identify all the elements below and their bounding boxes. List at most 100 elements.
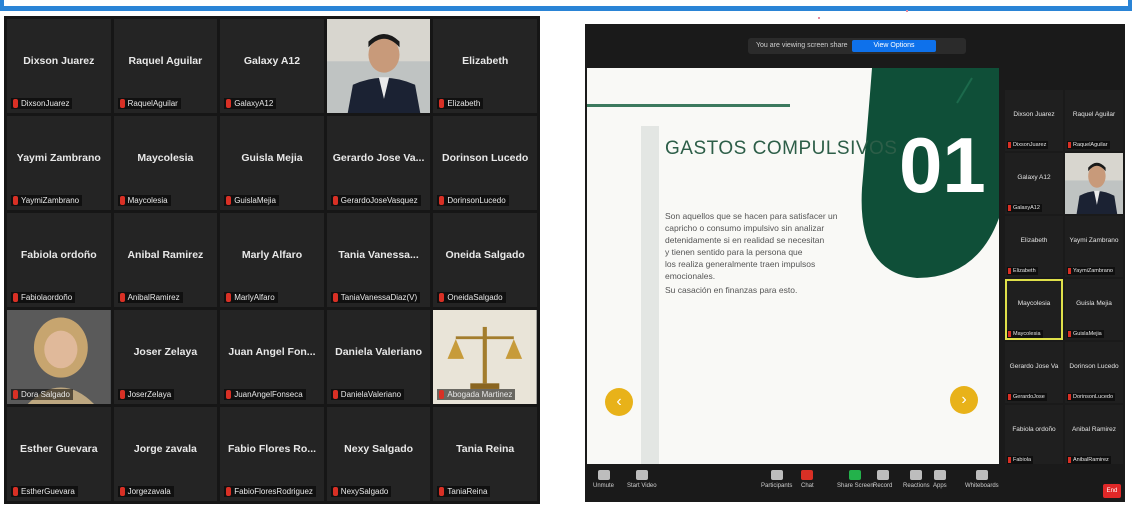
participant-tile[interactable]: Raquel Aguilar RaquelAguilar bbox=[113, 19, 218, 113]
side-participant-tile[interactable]: Dixson Juarez DixsonJuarez bbox=[1005, 90, 1063, 151]
share-bar-text: You are viewing screen share bbox=[756, 42, 848, 49]
participant-tile[interactable]: Fabio Flores Ro... FabioFloresRodriguez bbox=[220, 407, 324, 501]
participant-tile[interactable]: Dixson Juarez DixsonJuarez bbox=[7, 19, 111, 113]
toolbar-button[interactable]: Participants bbox=[761, 470, 792, 489]
side-participant-label-text: GerardoJose bbox=[1013, 394, 1045, 400]
participant-name: Joser Zelaya bbox=[133, 345, 198, 358]
participant-name: Fabio Flores Ro... bbox=[227, 442, 317, 455]
participant-label: RaquelAguilar bbox=[117, 98, 181, 109]
participant-tile[interactable]: Jorge zavala Jorgezavala bbox=[113, 407, 218, 501]
participant-label: Fabiolaordoño bbox=[11, 292, 76, 303]
side-participant-tile[interactable]: Guisla Mejia GuislaMejia bbox=[1065, 279, 1123, 340]
dot bbox=[906, 10, 908, 12]
muted-mic-icon bbox=[439, 99, 445, 108]
toolbar-button[interactable]: Chat bbox=[801, 470, 814, 489]
side-participant-label-text: Maycolesia bbox=[1013, 331, 1041, 337]
participant-label-text: Jorgezavala bbox=[127, 487, 171, 496]
side-participant-tile[interactable]: Gerardo Jose Va GerardoJose bbox=[1005, 342, 1063, 403]
view-options-button[interactable]: View Options bbox=[852, 40, 936, 52]
side-participant-label: Maycolesia bbox=[1007, 330, 1043, 338]
participant-tile[interactable]: Esther Guevara EstherGuevara bbox=[7, 407, 111, 501]
slide-prev-arrow[interactable]: ‹ bbox=[605, 388, 633, 416]
participant-tile[interactable]: Oneida Salgado OneidaSalgado bbox=[433, 213, 537, 307]
participant-tile[interactable]: Tania Vanessa... TaniaVanessaDiaz(V) bbox=[326, 213, 431, 307]
participant-tile[interactable]: Galaxy A12 GalaxyA12 bbox=[220, 19, 324, 113]
participant-label-text: OneidaSalgado bbox=[447, 293, 503, 302]
participant-label: Maycolesia bbox=[117, 195, 171, 206]
side-participant-tile[interactable]: Galaxy A12 GalaxyA12 bbox=[1005, 153, 1063, 214]
participant-tile[interactable]: Marly Alfaro MarlyAlfaro bbox=[220, 213, 324, 307]
muted-mic-icon bbox=[1068, 394, 1071, 400]
participant-tile[interactable]: Maycolesia Maycolesia bbox=[113, 116, 218, 210]
participant-tile[interactable]: Gerardo Jose Va... GerardoJoseVasquez bbox=[326, 116, 431, 210]
side-participant-tile[interactable]: Anibal Ramirez AnibalRamirez bbox=[1065, 405, 1123, 466]
slide-left-bar bbox=[641, 126, 659, 464]
side-participant-label: DixsonJuarez bbox=[1007, 141, 1049, 149]
toolbar-button[interactable]: Record bbox=[873, 470, 892, 489]
participant-tile[interactable] bbox=[326, 19, 431, 113]
participant-label: TaniaVanessaDiaz(V) bbox=[330, 292, 421, 303]
participant-tile[interactable]: Nexy Salgado NexySalgado bbox=[326, 407, 431, 501]
participant-tile[interactable]: Anibal Ramirez AnibalRamirez bbox=[113, 213, 218, 307]
toolbar-icon bbox=[597, 470, 610, 480]
muted-mic-icon bbox=[226, 487, 232, 496]
muted-mic-icon bbox=[332, 196, 338, 205]
participant-tile[interactable]: Abogada Martinez bbox=[433, 310, 537, 404]
side-participant-label-text: DorinsonLucedo bbox=[1073, 394, 1114, 400]
participant-tile[interactable]: Elizabeth Elizabeth bbox=[433, 19, 537, 113]
participant-tile[interactable]: Juan Angel Fon... JuanAngelFonseca bbox=[220, 310, 324, 404]
participant-label: TaniaReina bbox=[437, 486, 491, 497]
muted-mic-icon bbox=[1068, 142, 1071, 148]
toolbar-button[interactable]: Whiteboards bbox=[965, 470, 999, 489]
participant-name: Tania Vanessa... bbox=[338, 248, 419, 261]
participant-name: Yaymi Zambrano bbox=[16, 151, 101, 164]
participant-tile[interactable]: Fabiola ordoño Fabiolaordoño bbox=[7, 213, 111, 307]
side-participant-label: GerardoJose bbox=[1007, 393, 1047, 401]
side-participant-tile[interactable] bbox=[1065, 153, 1123, 214]
side-participant-label: RaquelAguilar bbox=[1067, 141, 1110, 149]
participant-tile[interactable]: Yaymi Zambrano YaymiZambrano bbox=[7, 116, 111, 210]
participant-name: Daniela Valeriano bbox=[335, 345, 423, 358]
muted-mic-icon bbox=[226, 99, 232, 108]
participant-name: Raquel Aguilar bbox=[128, 54, 203, 67]
participant-label: JuanAngelFonseca bbox=[224, 389, 306, 400]
toolbar-button[interactable]: Unmute bbox=[593, 470, 614, 489]
muted-mic-icon bbox=[13, 99, 18, 108]
participant-label: Abogada Martinez bbox=[437, 389, 516, 400]
side-participant-label-text: AnibalRamirez bbox=[1073, 457, 1109, 463]
toolbar-button[interactable]: Share Screen bbox=[837, 470, 874, 489]
participant-tile[interactable]: Joser Zelaya JoserZelaya bbox=[113, 310, 218, 404]
participant-tile[interactable]: Daniela Valeriano DanielaValeriano bbox=[326, 310, 431, 404]
toolbar-label: Share Screen bbox=[837, 483, 874, 489]
participant-label-text: YaymiZambrano bbox=[21, 196, 80, 205]
participant-tile[interactable]: Dora Salgado bbox=[7, 310, 111, 404]
participant-tile[interactable]: Dorinson Lucedo DorinsonLucedo bbox=[433, 116, 537, 210]
screen-share-bar[interactable]: You are viewing screen share View Option… bbox=[748, 38, 966, 54]
side-participant-name: Gerardo Jose Va bbox=[1009, 362, 1059, 370]
toolbar-icon bbox=[876, 470, 889, 480]
side-participant-tile[interactable]: Elizabeth Elizabeth bbox=[1005, 216, 1063, 277]
participant-tile[interactable]: Tania Reina TaniaReina bbox=[433, 407, 537, 501]
participant-name: Elizabeth bbox=[462, 54, 509, 67]
slide-next-arrow[interactable]: › bbox=[950, 386, 978, 414]
toolbar-label: Start Video bbox=[627, 483, 657, 489]
participant-tile[interactable]: Guisla Mejia GuislaMejia bbox=[220, 116, 324, 210]
toolbar-button[interactable]: Apps bbox=[933, 470, 947, 489]
side-participant-tile[interactable]: Fabiola ordoño Fabiola bbox=[1005, 405, 1063, 466]
side-participant-tile[interactable]: Dorinson Lucedo DorinsonLucedo bbox=[1065, 342, 1123, 403]
side-participant-label-text: DixsonJuarez bbox=[1013, 142, 1047, 148]
participant-label-text: EstherGuevara bbox=[21, 487, 75, 496]
end-button[interactable]: End bbox=[1103, 484, 1121, 498]
side-participant-tile[interactable]: Yaymi Zambrano YaymiZambrano bbox=[1065, 216, 1123, 277]
participant-label: YaymiZambrano bbox=[11, 195, 83, 206]
participant-name: Tania Reina bbox=[456, 442, 515, 455]
toolbar-button[interactable]: Start Video bbox=[627, 470, 657, 489]
muted-mic-icon bbox=[439, 293, 445, 302]
side-participant-name: Fabiola ordoño bbox=[1012, 425, 1056, 433]
side-participant-tile[interactable]: Maycolesia Maycolesia bbox=[1005, 279, 1063, 340]
toolbar-icon bbox=[635, 470, 648, 480]
muted-mic-icon bbox=[13, 196, 18, 205]
side-participant-tile[interactable]: Raquel Aguilar RaquelAguilar bbox=[1065, 90, 1123, 151]
toolbar-button[interactable]: Reactions bbox=[903, 470, 930, 489]
top-border bbox=[0, 0, 1132, 11]
